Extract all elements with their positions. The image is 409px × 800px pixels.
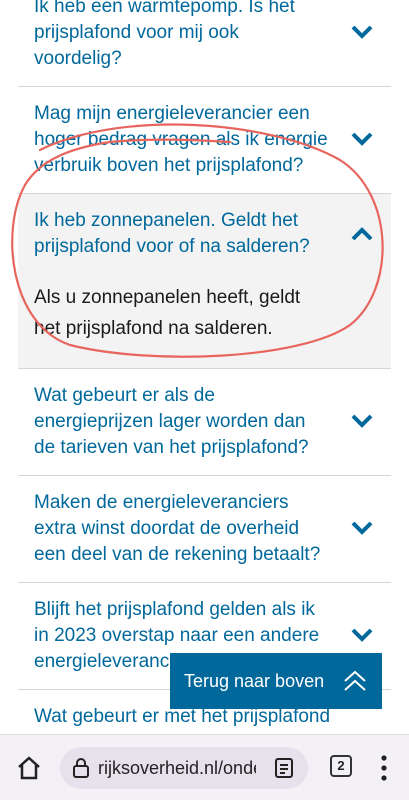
double-chevron-up-icon — [344, 670, 366, 691]
faq-question[interactable]: Ik heb zonnepanelen. Geldt het prijsplaf… — [34, 208, 331, 260]
back-to-top-button[interactable]: Terug naar boven — [170, 653, 382, 709]
faq-item[interactable]: Wat gebeurt er als de energieprijzen lag… — [18, 369, 391, 476]
faq-question[interactable]: Wat gebeurt er als de energieprijzen lag… — [34, 383, 331, 461]
more-vert-icon[interactable] — [380, 753, 388, 783]
faq-question[interactable]: Maken de energieleveranciers extra winst… — [34, 490, 331, 568]
chevron-up-icon[interactable] — [351, 226, 373, 242]
chevron-down-icon[interactable] — [351, 413, 373, 429]
chevron-down-icon[interactable] — [351, 131, 373, 147]
faq-answer: Als u zonnepanelen heeft, geldt het prij… — [34, 287, 301, 339]
tab-count-button[interactable]: 2 — [330, 755, 352, 777]
chevron-down-icon[interactable] — [351, 520, 373, 536]
home-icon[interactable] — [16, 755, 42, 781]
lock-icon — [73, 758, 89, 778]
address-bar[interactable]: rijksoverheid.nl/onderwerpen — [60, 747, 308, 789]
chevron-down-icon[interactable] — [351, 627, 373, 643]
faq-item[interactable]: Ik heb een warmtepomp. Is het prijsplafo… — [18, 0, 391, 87]
back-to-top-label: Terug naar boven — [184, 670, 325, 691]
faq-item-expanded[interactable]: Ik heb zonnepanelen. Geldt het prijsplaf… — [18, 194, 391, 369]
faq-item[interactable]: Mag mijn energieleverancier een hoger be… — [18, 87, 391, 194]
browser-toolbar: rijksoverheid.nl/onderwerpen 2 — [0, 734, 409, 800]
url-text[interactable]: rijksoverheid.nl/onderwerpen — [98, 758, 256, 779]
chevron-down-icon[interactable] — [351, 24, 373, 40]
reader-mode-icon[interactable] — [274, 757, 294, 779]
faq-question[interactable]: Ik heb een warmtepomp. Is het prijsplafo… — [34, 0, 331, 72]
faq-question[interactable]: Mag mijn energieleverancier een hoger be… — [34, 101, 331, 179]
faq-item[interactable]: Maken de energieleveranciers extra winst… — [18, 476, 391, 583]
